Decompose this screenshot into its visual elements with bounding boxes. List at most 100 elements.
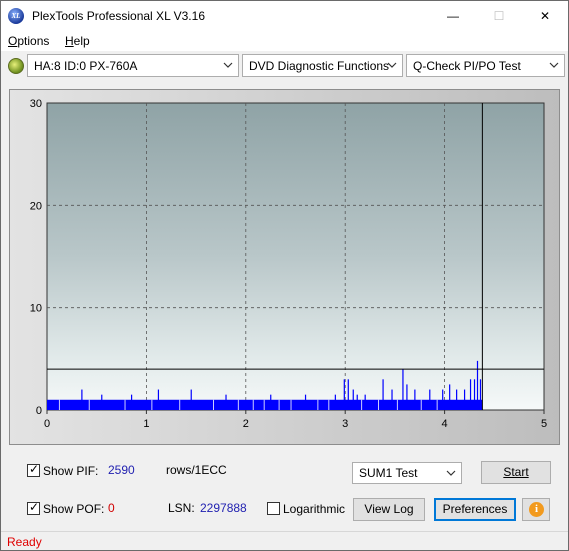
pif-spike-bar bbox=[347, 379, 349, 410]
pif-spike-bar bbox=[157, 389, 160, 410]
graph-frame: 0 1 2 3 4 5 0 10 20 30 bbox=[9, 89, 560, 445]
lsn-label: LSN: bbox=[168, 501, 195, 515]
info-button[interactable]: i bbox=[522, 498, 550, 521]
pif-spike-bar bbox=[479, 379, 482, 410]
pif-spike-bar bbox=[334, 394, 336, 410]
y-tick-label: 30 bbox=[30, 98, 42, 110]
pif-spike-bar bbox=[463, 389, 466, 410]
y-tick-label: 10 bbox=[30, 303, 42, 315]
info-icon: i bbox=[529, 502, 544, 517]
pif-spike-bar bbox=[456, 389, 458, 410]
x-tick-label: 4 bbox=[442, 418, 448, 430]
pif-spike-bar bbox=[382, 379, 384, 410]
status-text: Ready bbox=[7, 535, 42, 549]
pif-spike-bar bbox=[356, 394, 358, 410]
pif-spike-bar bbox=[449, 384, 451, 410]
baseline-gap bbox=[378, 399, 380, 410]
checkmark-icon: ✓ bbox=[29, 500, 40, 514]
baseline-gap bbox=[317, 399, 319, 410]
drive-status-icon bbox=[8, 58, 24, 74]
view-log-button[interactable]: View Log bbox=[353, 498, 425, 521]
pof-value: 0 bbox=[108, 501, 115, 515]
menu-options[interactable]: Options bbox=[8, 34, 49, 48]
chevron-down-icon bbox=[387, 62, 397, 68]
x-tick-label: 2 bbox=[243, 418, 249, 430]
checkmark-icon: ✓ bbox=[29, 462, 40, 476]
sum-test-value: SUM1 Test bbox=[359, 466, 418, 480]
x-tick-label: 5 bbox=[541, 418, 547, 430]
minimize-button[interactable]: — bbox=[430, 1, 476, 31]
baseline-gap bbox=[290, 399, 292, 410]
logarithmic-checkbox[interactable] bbox=[267, 502, 280, 515]
y-tick-label: 20 bbox=[30, 200, 42, 212]
baseline-gap bbox=[58, 399, 60, 410]
show-pif-label: Show PIF: bbox=[43, 464, 99, 478]
pif-spike-bar bbox=[130, 394, 133, 410]
pif-spike-bar bbox=[476, 360, 479, 410]
chevron-down-icon bbox=[223, 62, 233, 68]
rows-label: rows/1ECC bbox=[166, 463, 227, 477]
pif-spike-bar bbox=[469, 379, 472, 410]
menu-help-accel: H bbox=[65, 34, 74, 48]
preferences-button[interactable]: Preferences bbox=[434, 498, 516, 521]
y-tick-label: 0 bbox=[36, 405, 42, 417]
menu-options-accel: O bbox=[8, 34, 18, 48]
baseline-gap bbox=[436, 399, 438, 410]
pif-value: 2590 bbox=[108, 463, 135, 477]
pif-spike-bar bbox=[270, 394, 272, 410]
function-select[interactable]: DVD Diagnostic Functions bbox=[242, 54, 403, 77]
title-bar: XL PlexTools Professional XL V3.16 — ☐ ✕ bbox=[1, 1, 568, 31]
drive-select-value: HA:8 ID:0 PX-760A bbox=[34, 59, 138, 73]
status-bar: Ready bbox=[1, 531, 568, 550]
pif-spike-bar bbox=[442, 389, 444, 410]
view-log-label: View Log bbox=[364, 502, 414, 516]
pif-spike-bar bbox=[225, 394, 227, 410]
pif-spike-bar bbox=[429, 389, 431, 410]
baseline-gap bbox=[328, 399, 330, 410]
app-logo-icon: XL bbox=[8, 8, 24, 24]
test-select-value: Q-Check PI/PO Test bbox=[413, 59, 521, 73]
x-tick-label: 0 bbox=[44, 418, 50, 430]
start-button[interactable]: Start bbox=[481, 461, 551, 484]
chevron-down-icon bbox=[549, 62, 559, 68]
pif-spike-bar bbox=[343, 379, 345, 410]
pif-spike-bar bbox=[391, 389, 393, 410]
pif-spike-bar bbox=[190, 389, 192, 410]
chevron-down-icon bbox=[446, 470, 456, 476]
app-window: XL PlexTools Professional XL V3.16 — ☐ ✕… bbox=[0, 0, 569, 551]
function-select-value: DVD Diagnostic Functions bbox=[249, 59, 390, 73]
preferences-label: Preferences bbox=[442, 502, 508, 516]
maximize-button[interactable]: ☐ bbox=[476, 1, 522, 31]
baseline-gap bbox=[124, 399, 126, 410]
baseline-gap bbox=[179, 399, 181, 410]
plot-area bbox=[46, 102, 545, 411]
pif-spike-bar bbox=[101, 394, 103, 410]
sum-test-select[interactable]: SUM1 Test bbox=[352, 462, 462, 484]
drive-select[interactable]: HA:8 ID:0 PX-760A bbox=[27, 54, 239, 77]
show-pof-label: Show POF: bbox=[43, 502, 105, 516]
start-button-label: Start bbox=[503, 465, 529, 479]
close-button[interactable]: ✕ bbox=[522, 1, 568, 31]
baseline-gap bbox=[396, 399, 398, 410]
baseline-gap bbox=[361, 399, 363, 410]
window-title: PlexTools Professional XL V3.16 bbox=[32, 9, 205, 23]
baseline-gap bbox=[151, 399, 153, 410]
menu-help-rest: elp bbox=[73, 34, 90, 48]
baseline-gap bbox=[252, 399, 254, 410]
show-pif-checkbox[interactable]: ✓ bbox=[27, 462, 40, 477]
menu-help[interactable]: Help bbox=[65, 34, 90, 48]
baseline-gap bbox=[212, 399, 214, 410]
show-pof-checkbox[interactable]: ✓ bbox=[27, 500, 40, 515]
baseline-gap bbox=[88, 399, 90, 410]
pif-spike-bar bbox=[304, 394, 307, 410]
baseline-gap bbox=[237, 399, 239, 410]
baseline-gap bbox=[420, 399, 422, 410]
pi-po-chart: 0 1 2 3 4 5 0 10 20 30 bbox=[30, 98, 547, 430]
test-select[interactable]: Q-Check PI/PO Test bbox=[406, 54, 565, 77]
controls-panel: ✓ Show PIF: 2590 rows/1ECC SUM1 Test Sta… bbox=[9, 451, 560, 527]
menu-bar: Options Help bbox=[1, 31, 568, 52]
pif-spike-bar bbox=[364, 394, 366, 410]
pif-spike-bar bbox=[406, 384, 408, 410]
x-tick-label: 3 bbox=[342, 418, 348, 430]
baseline-gap bbox=[263, 399, 265, 410]
